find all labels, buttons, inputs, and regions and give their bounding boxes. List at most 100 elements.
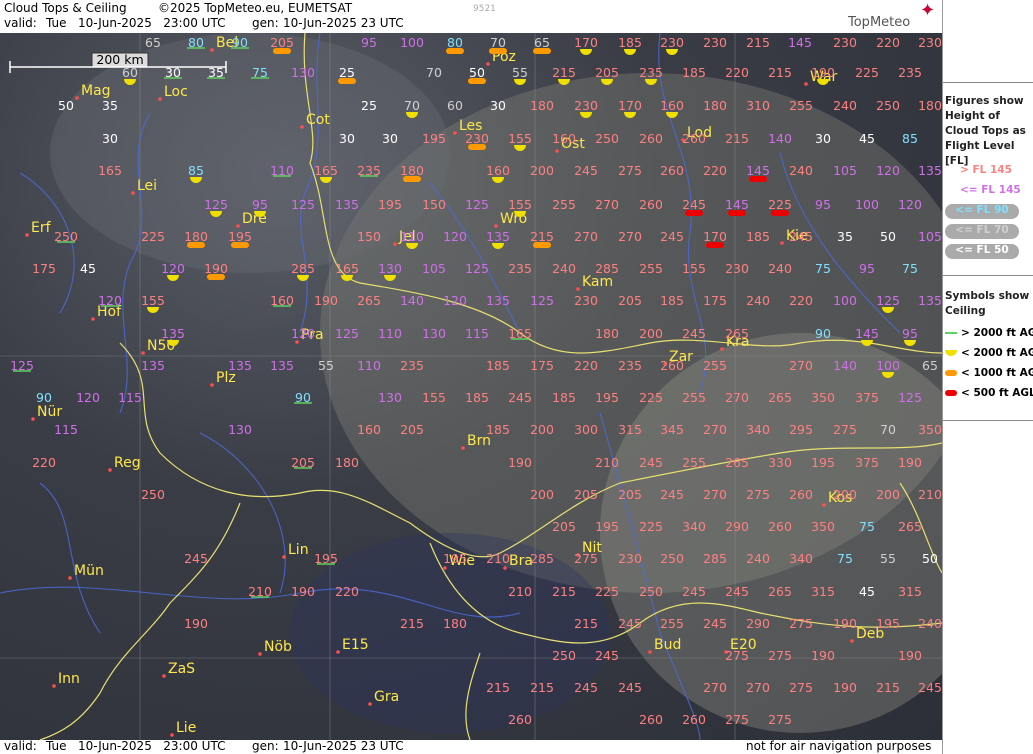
city-label: ZaS bbox=[168, 661, 195, 677]
cloud-top-value: 260 bbox=[639, 712, 663, 727]
cloud-top-value: 275 bbox=[574, 551, 598, 566]
cloud-top-value: 245 bbox=[574, 680, 598, 695]
cloud-top-value: 170 bbox=[618, 98, 642, 113]
legend-symbol-swatch bbox=[945, 332, 957, 334]
cloud-top-value: 190 bbox=[184, 616, 208, 631]
cloud-top-value: 125 bbox=[465, 197, 489, 212]
cloud-top-value: 235 bbox=[357, 163, 381, 178]
cloud-top-value: 75 bbox=[902, 261, 918, 276]
city-dot bbox=[141, 351, 145, 355]
cloud-top-value: 155 bbox=[682, 261, 706, 276]
cloud-top-value: 225 bbox=[141, 229, 165, 244]
cloud-top-value: 240 bbox=[746, 551, 770, 566]
cloud-top-value: 100 bbox=[855, 197, 879, 212]
cloud-top-value: 315 bbox=[898, 584, 922, 599]
cloud-top-value: 145 bbox=[855, 326, 879, 341]
cloud-top-value: 230 bbox=[703, 35, 727, 50]
city-dot bbox=[576, 287, 580, 291]
cloud-top-value: 140 bbox=[768, 131, 792, 146]
cloud-top-value: 205 bbox=[618, 293, 642, 308]
cloud-top-value: 30 bbox=[102, 131, 118, 146]
cloud-top-value: 215 bbox=[530, 229, 554, 244]
cloud-top-value: 190 bbox=[314, 293, 338, 308]
cloud-top-value: 180 bbox=[400, 163, 424, 178]
cloud-top-value: 90 bbox=[36, 390, 52, 405]
cloud-top-value: 185 bbox=[552, 390, 576, 405]
cloud-top-value: 230 bbox=[833, 35, 857, 50]
cloud-top-value: 80 bbox=[188, 35, 204, 50]
cloud-top-value: 220 bbox=[789, 293, 813, 308]
legend-symbol-item: < 2000 ft AGL bbox=[943, 347, 1033, 359]
footer-valid-time: Tue 10-Jun-2025 23:00 UTC bbox=[46, 739, 226, 753]
gen-time: 10-Jun-2025 23 UTC bbox=[283, 16, 404, 30]
cloud-top-value: 185 bbox=[465, 390, 489, 405]
cloud-top-value: 270 bbox=[703, 680, 727, 695]
cloud-top-value: 30 bbox=[165, 65, 181, 80]
cloud-top-value: 120 bbox=[443, 293, 467, 308]
cloud-top-value: 145 bbox=[725, 197, 749, 212]
cloud-top-value: 55 bbox=[318, 358, 334, 373]
cloud-top-value: 250 bbox=[639, 584, 663, 599]
city-label: Lie bbox=[176, 720, 196, 736]
cloud-top-value: 295 bbox=[789, 422, 813, 437]
cloud-top-value: 260 bbox=[789, 487, 813, 502]
footer-valid-label: valid: bbox=[4, 739, 37, 753]
cloud-top-value: 255 bbox=[703, 358, 727, 373]
cloud-top-value: 190 bbox=[291, 584, 315, 599]
cloud-top-value: 190 bbox=[898, 648, 922, 663]
cloud-top-value: 180 bbox=[335, 455, 359, 470]
cloud-top-value: 65 bbox=[534, 35, 550, 50]
cloud-top-value: 200 bbox=[530, 422, 554, 437]
cloud-top-value: 260 bbox=[508, 712, 532, 727]
footer-gen-time: 10-Jun-2025 23 UTC bbox=[283, 739, 404, 753]
city-label: Kam bbox=[582, 274, 613, 290]
cloud-top-value: 255 bbox=[789, 98, 813, 113]
legend-fl-item: <= FL 50 bbox=[943, 244, 1033, 259]
cloud-top-value: 285 bbox=[595, 261, 619, 276]
city-dot bbox=[461, 446, 465, 450]
valid-label: valid: bbox=[4, 16, 37, 30]
cloud-top-value: 220 bbox=[32, 455, 56, 470]
header-bar: Cloud Tops & Ceiling ©2025 TopMeteo.eu, … bbox=[0, 0, 942, 33]
cloud-top-value: 85 bbox=[188, 163, 204, 178]
cloud-top-value: 95 bbox=[252, 197, 268, 212]
cloud-top-value: 190 bbox=[833, 680, 857, 695]
city-dot bbox=[131, 191, 135, 195]
city-dot bbox=[804, 82, 808, 86]
cloud-top-value: 65 bbox=[145, 35, 161, 50]
city-dot bbox=[822, 503, 826, 507]
city-dot bbox=[336, 650, 340, 654]
cloud-top-value: 270 bbox=[746, 680, 770, 695]
city-dot bbox=[494, 224, 498, 228]
cloud-top-value: 75 bbox=[252, 65, 268, 80]
cloud-top-value: 100 bbox=[876, 358, 900, 373]
cloud-top-value: 180 bbox=[530, 98, 554, 113]
cloud-top-value: 225 bbox=[855, 65, 879, 80]
cloud-top-value: 110 bbox=[357, 358, 381, 373]
cloud-top-value: 240 bbox=[918, 616, 942, 631]
cloud-top-value: 100 bbox=[400, 35, 424, 50]
cloud-top-value: 195 bbox=[443, 551, 467, 566]
cloud-top-value: 115 bbox=[54, 422, 78, 437]
cloud-top-value: 270 bbox=[703, 422, 727, 437]
cloud-top-value: 340 bbox=[682, 519, 706, 534]
cloud-top-value: 160 bbox=[357, 422, 381, 437]
cloud-top-value: 250 bbox=[141, 487, 165, 502]
map-area[interactable]: 200 km Bel Poz Mag Loc War Cot Les Ost Lod Lei Wro… bbox=[0, 33, 942, 740]
cloud-top-value: 185 bbox=[486, 358, 510, 373]
city-dot bbox=[368, 702, 372, 706]
cloud-top-value: 235 bbox=[898, 65, 922, 80]
cloud-top-value: 265 bbox=[768, 584, 792, 599]
cloud-top-value: 70 bbox=[490, 35, 506, 50]
city-dot bbox=[393, 242, 397, 246]
cloud-top-value: 210 bbox=[595, 455, 619, 470]
cloud-top-value: 245 bbox=[508, 390, 532, 405]
cloud-top-value: 215 bbox=[486, 680, 510, 695]
city-label: Inn bbox=[58, 671, 80, 687]
cloud-top-value: 180 bbox=[443, 616, 467, 631]
image-code: 9521 bbox=[473, 4, 496, 14]
cloud-top-value: 230 bbox=[918, 35, 942, 50]
cloud-top-value: 225 bbox=[768, 197, 792, 212]
cloud-top-value: 205 bbox=[400, 422, 424, 437]
cloud-top-value: 115 bbox=[118, 390, 142, 405]
